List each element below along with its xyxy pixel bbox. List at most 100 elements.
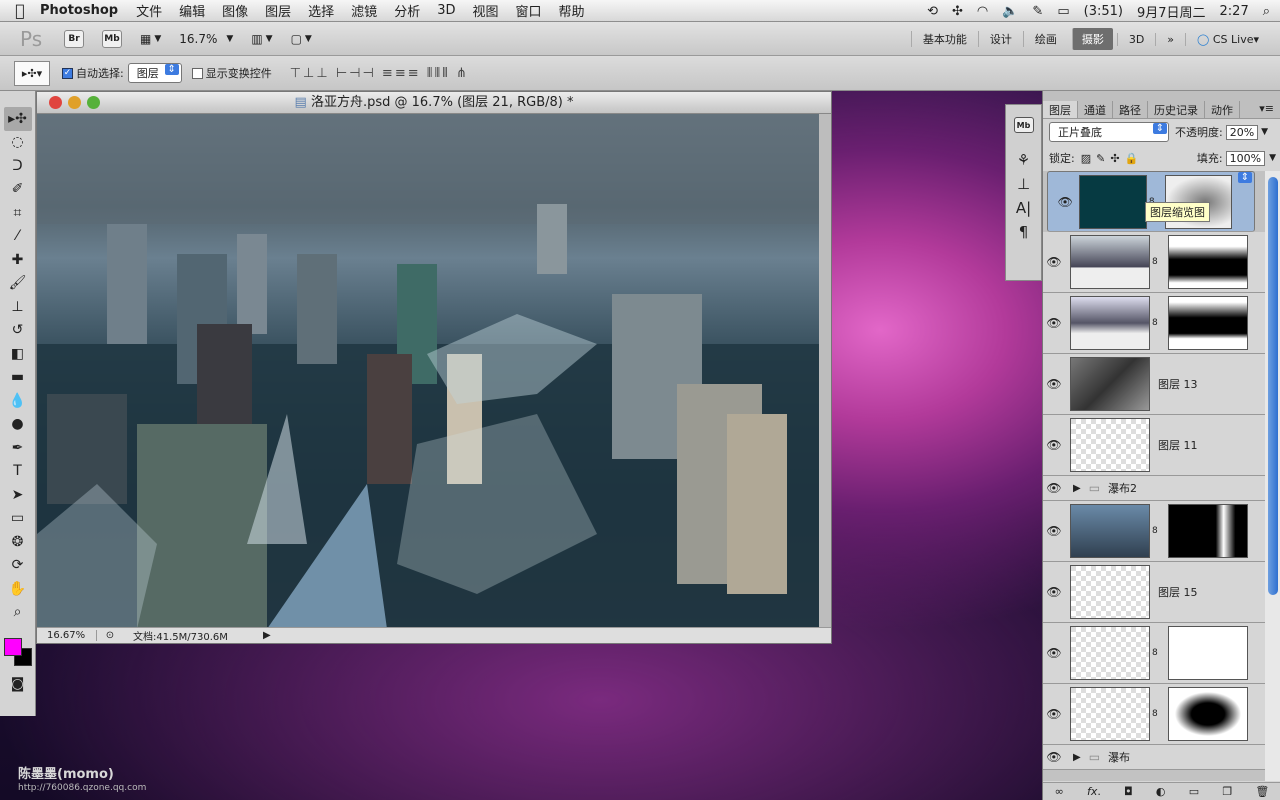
quick-select-tool-icon[interactable]: ✐: [4, 178, 32, 202]
3d-orbit-tool-icon[interactable]: ⟳: [4, 554, 32, 578]
type-tool-icon[interactable]: T: [4, 460, 32, 484]
layer-name[interactable]: 图层 15: [1158, 584, 1198, 600]
adjustment-layer-icon[interactable]: ◐: [1156, 785, 1166, 798]
foreground-color-swatch[interactable]: [3, 638, 22, 656]
menu-filter[interactable]: 滤镜: [351, 1, 377, 20]
tool-presets-icon[interactable]: ⚘: [1017, 151, 1030, 169]
opacity-input[interactable]: 20%: [1225, 124, 1259, 140]
layers-scrollbar[interactable]: [1265, 171, 1280, 781]
3d-rotate-tool-icon[interactable]: ❂: [4, 530, 32, 554]
document-titlebar[interactable]: ▤ 洛亚方舟.psd @ 16.7% (图层 21, RGB/8) *: [37, 92, 831, 114]
panel-menu-icon[interactable]: ▾≡: [1253, 101, 1280, 118]
time-machine-icon[interactable]: ⟲: [927, 4, 938, 19]
bluetooth-icon[interactable]: ✣: [952, 4, 963, 19]
eye-icon[interactable]: 👁: [1043, 524, 1065, 538]
bridge-button[interactable]: Br: [64, 29, 84, 48]
tab-paths[interactable]: 路径: [1113, 101, 1148, 118]
menu-analysis[interactable]: 分析: [394, 1, 420, 20]
eyedropper-tool-icon[interactable]: ⁄: [4, 225, 32, 249]
layer-group-name[interactable]: 瀑布: [1108, 749, 1130, 765]
view-extras-icon[interactable]: ▦: [140, 32, 151, 46]
eye-icon[interactable]: 👁: [1043, 707, 1065, 721]
layer-thumbnail[interactable]: [1070, 626, 1150, 680]
fill-input[interactable]: 100%: [1225, 150, 1266, 166]
clone-source-icon[interactable]: ⊥: [1017, 175, 1030, 193]
lasso-tool-icon[interactable]: ᑐ: [4, 154, 32, 178]
fx-icon[interactable]: fx.: [1087, 785, 1101, 798]
zoom-icon[interactable]: [87, 96, 100, 109]
layer-mask[interactable]: [1168, 296, 1248, 350]
quick-mask-icon[interactable]: ◙: [4, 672, 32, 696]
layer-thumbnail[interactable]: [1070, 418, 1150, 472]
eraser-tool-icon[interactable]: ◧: [4, 342, 32, 366]
layer-name[interactable]: 图层 11: [1158, 437, 1198, 453]
layer-thumbnail[interactable]: [1070, 565, 1150, 619]
healing-tool-icon[interactable]: ✚: [4, 248, 32, 272]
path-select-tool-icon[interactable]: ➤: [4, 483, 32, 507]
eye-icon[interactable]: 👁: [1043, 316, 1065, 330]
layer-row[interactable]: 👁 8: [1043, 232, 1265, 293]
layer-group-row[interactable]: 👁 ▶ ▭ 瀑布2: [1043, 476, 1265, 501]
eye-icon[interactable]: 👁: [1043, 750, 1065, 764]
eye-icon[interactable]: 👁: [1043, 438, 1065, 452]
menu-image[interactable]: 图像: [222, 1, 248, 20]
cs-live-button[interactable]: ◯ CS Live▾: [1185, 32, 1270, 46]
eye-icon[interactable]: 👁: [1043, 481, 1065, 495]
pen-icon[interactable]: ✎: [1032, 4, 1043, 19]
link-icon[interactable]: 8: [1152, 257, 1158, 267]
workspace-essentials[interactable]: 基本功能: [910, 31, 978, 47]
paragraph-panel-icon[interactable]: ¶: [1019, 223, 1029, 241]
layer-group-row[interactable]: 👁 ▶ ▭ 瀑布: [1043, 745, 1265, 770]
menu-select[interactable]: 选择: [308, 1, 334, 20]
gradient-tool-icon[interactable]: ▬: [4, 366, 32, 390]
spotlight-icon[interactable]: ⌕: [1263, 4, 1270, 19]
menu-edit[interactable]: 编辑: [179, 1, 205, 20]
layer-mask[interactable]: [1168, 504, 1248, 558]
eye-icon[interactable]: 👁: [1043, 377, 1065, 391]
layer-thumbnail[interactable]: [1070, 235, 1150, 289]
blend-mode-select[interactable]: 正片叠底: [1049, 122, 1169, 142]
tab-history[interactable]: 历史记录: [1148, 101, 1205, 118]
auto-select-target[interactable]: 图层: [127, 63, 182, 83]
minibridge-panel-icon[interactable]: Mb: [1013, 117, 1034, 133]
character-panel-icon[interactable]: A|: [1016, 199, 1031, 217]
menu-help[interactable]: 帮助: [559, 1, 585, 20]
layer-thumbnail[interactable]: [1070, 687, 1150, 741]
status-zoom[interactable]: 16.67%: [37, 630, 97, 641]
brush-tool-icon[interactable]: 🖌: [4, 272, 32, 296]
move-tool-icon[interactable]: ▸✣: [3, 107, 32, 131]
link-icon[interactable]: 8: [1152, 526, 1158, 536]
layer-name[interactable]: 图层 13: [1158, 376, 1198, 392]
add-mask-icon[interactable]: ◘: [1124, 785, 1133, 798]
zoom-dropdown[interactable]: ▼: [226, 34, 233, 44]
volume-icon[interactable]: 🔈: [1002, 4, 1018, 19]
tool-preset-picker[interactable]: ▸✣▾: [14, 60, 50, 86]
pen-tool-icon[interactable]: ✒: [4, 436, 32, 460]
layer-thumbnail[interactable]: [1079, 174, 1147, 229]
eye-icon[interactable]: 👁: [1043, 646, 1065, 660]
layer-row[interactable]: 👁 8 图层缩览图: [1047, 171, 1255, 232]
layer-row[interactable]: 👁 8: [1043, 623, 1265, 684]
link-layers-icon[interactable]: ∞: [1055, 785, 1064, 798]
battery-icon[interactable]: ▭: [1057, 4, 1069, 19]
zoom-tool-icon[interactable]: ⌕: [4, 601, 32, 625]
history-brush-tool-icon[interactable]: ↺: [4, 319, 32, 343]
arrange-documents-icon[interactable]: ▥: [251, 32, 262, 46]
more-workspaces-icon[interactable]: »: [1155, 32, 1185, 46]
show-transform-checkbox[interactable]: [191, 67, 203, 79]
menu-layer[interactable]: 图层: [265, 1, 291, 20]
layer-mask[interactable]: [1168, 626, 1248, 680]
tab-layers[interactable]: 图层: [1043, 101, 1078, 118]
workspace-photography[interactable]: 摄影: [1071, 28, 1113, 50]
tab-actions[interactable]: 动作: [1205, 101, 1240, 118]
menu-window[interactable]: 窗口: [516, 1, 542, 20]
link-icon[interactable]: 8: [1152, 318, 1158, 328]
wifi-icon[interactable]: ◠: [977, 4, 988, 19]
hand-tool-icon[interactable]: ✋: [4, 577, 32, 601]
layer-mask[interactable]: [1168, 687, 1248, 741]
menu-file[interactable]: 文件: [136, 1, 162, 20]
layer-row[interactable]: 👁 图层 13: [1043, 354, 1265, 415]
layer-row[interactable]: 👁 8: [1043, 684, 1265, 745]
screen-mode-dropdown[interactable]: ▼: [305, 34, 312, 44]
expand-arrow-icon[interactable]: ▶: [1073, 752, 1081, 763]
